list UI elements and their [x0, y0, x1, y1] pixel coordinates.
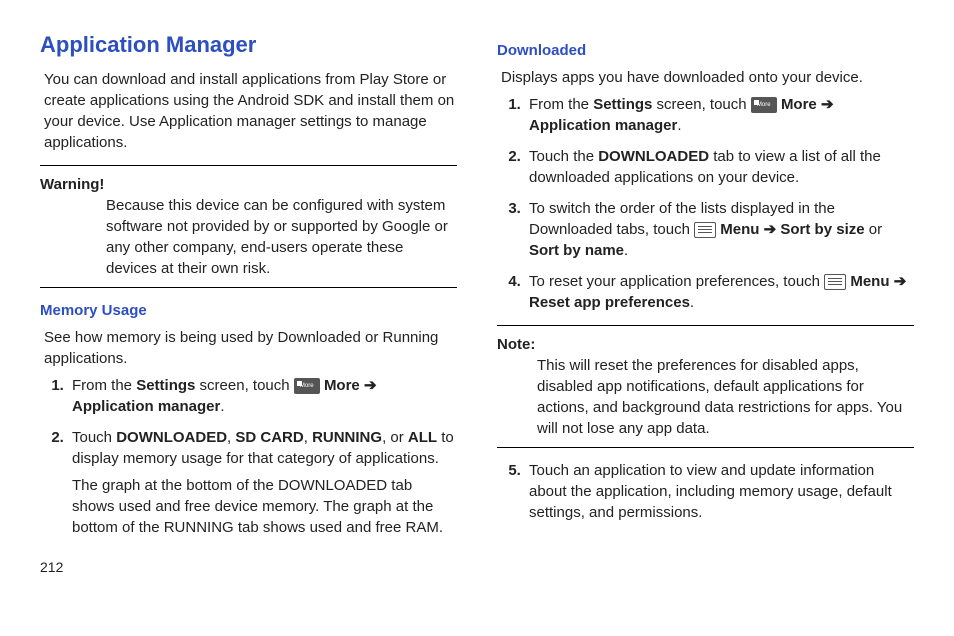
bold-more: More	[781, 96, 817, 113]
text: .	[677, 117, 681, 134]
downloaded-intro: Displays apps you have downloaded onto y…	[501, 67, 914, 88]
note-label: Note:	[497, 336, 535, 353]
memory-step-2: Touch DOWNLOADED, SD CARD, RUNNING, or A…	[68, 427, 457, 538]
text: .	[220, 398, 224, 415]
arrow-icon: ➔	[364, 377, 377, 394]
downloaded-steps-cont: Touch an application to view and update …	[497, 460, 914, 523]
memory-intro: See how memory is being used by Download…	[44, 327, 457, 369]
bold-sortsize: Sort by size	[780, 221, 864, 238]
bold-appmgr: Application manager	[72, 398, 220, 415]
downloaded-step-5: Touch an application to view and update …	[525, 460, 914, 523]
section-downloaded: Downloaded	[497, 40, 914, 61]
warning-box: Warning! Because this device can be conf…	[40, 165, 457, 288]
menu-icon	[824, 274, 846, 290]
bold-appmgr: Application manager	[529, 117, 677, 134]
text: Touch the	[529, 148, 598, 165]
text: .	[690, 294, 694, 311]
arrow-icon: ➔	[894, 273, 907, 290]
text: Touch	[72, 429, 116, 446]
more-icon: More	[751, 97, 777, 113]
text: .	[624, 242, 628, 259]
downloaded-step-4: To reset your application preferences, t…	[525, 271, 914, 313]
more-icon: More	[294, 378, 320, 394]
left-column: Application Manager You can download and…	[40, 30, 457, 577]
downloaded-steps: From the Settings screen, touch More Mor…	[497, 94, 914, 313]
text: From the	[72, 377, 136, 394]
section-memory-usage: Memory Usage	[40, 300, 457, 321]
note-text: This will reset the preferences for disa…	[537, 355, 914, 439]
memory-step-1: From the Settings screen, touch More Mor…	[68, 375, 457, 417]
bold-all: ALL	[408, 429, 437, 446]
bold-more: More	[324, 377, 360, 394]
text: ,	[304, 429, 312, 446]
bold-downloaded: DOWNLOADED	[598, 148, 709, 165]
bold-settings: Settings	[593, 96, 652, 113]
step2-extra: The graph at the bottom of the DOWNLOADE…	[72, 475, 457, 538]
bold-running: RUNNING	[312, 429, 382, 446]
bold-downloaded: DOWNLOADED	[116, 429, 227, 446]
text: , or	[382, 429, 408, 446]
arrow-icon: ➔	[764, 221, 777, 238]
memory-steps: From the Settings screen, touch More Mor…	[40, 375, 457, 538]
page-columns: Application Manager You can download and…	[40, 30, 914, 577]
bold-sdcard: SD CARD	[235, 429, 303, 446]
text: screen, touch	[195, 377, 293, 394]
bold-menu: Menu	[720, 221, 759, 238]
text: or	[865, 221, 883, 238]
text: To reset your application preferences, t…	[529, 273, 824, 290]
bold-sortname: Sort by name	[529, 242, 624, 259]
text: screen, touch	[652, 96, 750, 113]
page-title: Application Manager	[40, 30, 457, 61]
page-number: 212	[40, 558, 457, 578]
bold-resetprefs: Reset app preferences	[529, 294, 690, 311]
warning-label: Warning!	[40, 176, 104, 193]
downloaded-step-3: To switch the order of the lists display…	[525, 198, 914, 261]
intro-text: You can download and install application…	[44, 69, 457, 153]
text: From the	[529, 96, 593, 113]
bold-settings: Settings	[136, 377, 195, 394]
right-column: Downloaded Displays apps you have downlo…	[497, 30, 914, 577]
menu-icon	[694, 222, 716, 238]
note-box: Note: This will reset the preferences fo…	[497, 325, 914, 448]
warning-text: Because this device can be configured wi…	[106, 195, 457, 279]
arrow-icon: ➔	[821, 96, 834, 113]
bold-menu: Menu	[850, 273, 889, 290]
downloaded-step-1: From the Settings screen, touch More Mor…	[525, 94, 914, 136]
downloaded-step-2: Touch the DOWNLOADED tab to view a list …	[525, 146, 914, 188]
